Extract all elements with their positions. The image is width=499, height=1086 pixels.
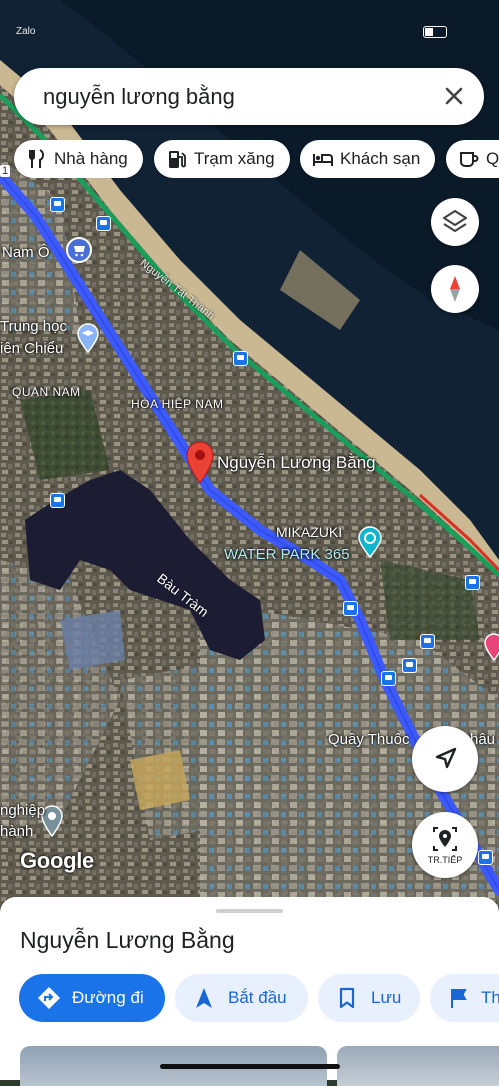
map-label-quay-thuoc: Quầy Thuốc [328,731,410,748]
layers-button[interactable] [431,198,479,246]
hotel-icon [312,148,334,170]
navigation-icon [196,988,212,1008]
coffee-icon [458,148,480,170]
start-button[interactable]: Bắt đầu [175,974,308,1022]
map-label-mikazuki: MIKAZUKI [276,524,343,540]
layers-icon [442,209,468,233]
status-app-label: Zalo [16,26,36,37]
bus-stop-icon[interactable] [465,575,480,590]
place-bottom-sheet[interactable]: Nguyễn Lương Bằng Đường đi Bắt đầu Lưu T… [0,897,499,1086]
compass-icon [450,276,460,302]
search-query-text[interactable]: nguyễn lương bằng [43,84,235,110]
clear-search-icon[interactable] [438,80,470,112]
chip-label: Trạm xăng [194,149,275,168]
water-park-poi-icon[interactable] [357,526,383,558]
navigation-arrow-icon [435,747,457,769]
google-logo: Google [20,848,94,873]
more-action-button[interactable]: Th [430,974,499,1022]
status-bar: Zalo [0,0,499,60]
chip-label: Khách sạn [340,149,421,168]
place-title: Nguyễn Lương Bằng [20,927,235,953]
chip-restaurants[interactable]: Nhà hàng [14,140,143,178]
save-label: Lưu [371,988,402,1007]
start-label: Bắt đầu [228,988,287,1007]
more-action-label: Th [481,988,499,1007]
category-chips: Nhà hàng Trạm xăng Khách sạn Q [14,140,499,178]
bookmark-icon [339,987,355,1009]
chip-hotels[interactable]: Khách sạn [300,140,435,178]
road-number-badge: 1 [0,165,11,177]
bus-stop-icon[interactable] [233,351,248,366]
chip-gas-stations[interactable]: Trạm xăng [154,140,290,178]
battery-icon [423,26,447,38]
restaurant-icon [26,148,48,170]
shopping-poi-icon[interactable] [66,237,92,263]
bus-stop-icon[interactable] [50,493,65,508]
pharmacy-poi-icon[interactable] [484,633,499,661]
bus-stop-icon[interactable] [478,850,493,865]
chip-label: Nhà hàng [54,149,128,168]
map-label-water-park: WATER PARK 365 [224,546,350,563]
gas-station-icon [166,148,188,170]
bus-stop-icon[interactable] [50,197,65,212]
pin-label: Nguyễn Lương Bằng [217,453,376,472]
directions-button[interactable]: Đường đi [19,974,165,1022]
directions-label: Đường đi [72,988,144,1007]
chip-label: Q [486,149,499,168]
flag-icon [451,989,467,1008]
bus-stop-icon[interactable] [420,634,435,649]
home-indicator [160,1064,340,1069]
tr-tiep-label: TR.TIẾP [427,855,463,865]
tr-tiep-button[interactable]: TR.TIẾP [412,812,478,878]
bus-stop-icon[interactable] [381,671,396,686]
chip-coffee[interactable]: Q [446,140,499,178]
bus-stop-icon[interactable] [96,216,111,231]
bus-stop-icon[interactable] [402,658,417,673]
map-label-hanh: hành [0,823,34,840]
map-label-nam-o: Nam Ô [2,244,50,261]
save-button[interactable]: Lưu [318,974,420,1022]
map-label-nghiep: nghiệp [0,802,46,819]
map-label-quan-nam: QUAN NAM [12,385,81,399]
sheet-drag-handle[interactable] [216,909,283,913]
search-bar[interactable]: nguyễn lương bằng [14,68,484,125]
my-location-button[interactable] [412,726,478,792]
compass-button[interactable] [431,265,479,313]
place-photo[interactable] [337,1046,499,1086]
map-label-school: Trung học [0,318,67,335]
bus-stop-icon[interactable] [343,601,358,616]
map-label-lien-chieu: iên Chiểu [0,340,64,357]
directions-icon [38,987,60,1009]
school-poi-icon[interactable] [76,323,100,353]
map-label-hoa-hiep-nam: HÒA HIỆP NAM [131,397,224,411]
